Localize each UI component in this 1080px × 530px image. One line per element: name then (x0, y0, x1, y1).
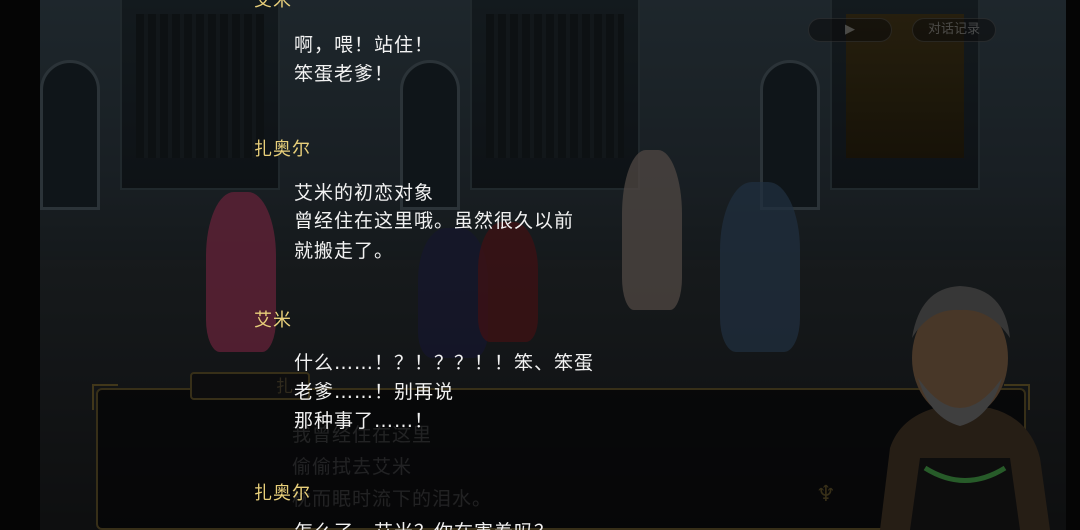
log-speaker-name: 扎奥尔 (254, 139, 311, 160)
log-line: 怎么了，艾米？你在害羞吗？ (294, 517, 554, 530)
log-speaker-name: 艾米 (254, 0, 292, 11)
log-line: 那种事了……！ (294, 410, 435, 432)
log-speaker-name: 艾米 (254, 310, 292, 331)
log-line: 老爹……！别再说 (294, 381, 455, 403)
log-line: 笨蛋老爹！ (294, 63, 395, 85)
log-speaker-name: 扎奥尔 (254, 483, 311, 504)
log-line: 啊，喂！站住！ (294, 34, 435, 56)
dialog-log-overlay[interactable]: 艾米 啊，喂！站住！ 笨蛋老爹！ 扎奥尔 艾米的初恋对象 曾经住在这里哦。虽然很… (0, 0, 1080, 530)
log-line: 艾米的初恋对象 (294, 182, 435, 204)
log-line: 什么……！？！？？！！笨、笨蛋 (294, 352, 595, 374)
log-line: 曾经住在这里哦。虽然很久以前 (294, 210, 575, 232)
log-line: 就搬走了。 (294, 240, 395, 262)
